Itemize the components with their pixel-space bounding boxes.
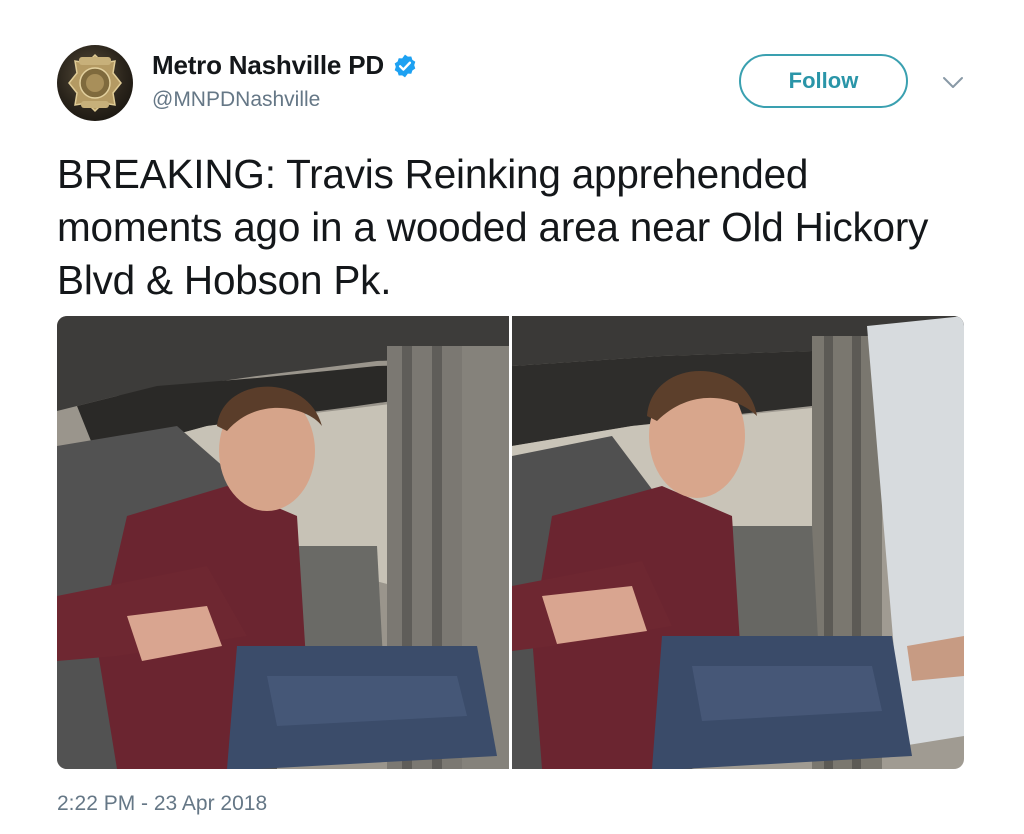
tweet-media-grid	[57, 316, 964, 769]
chevron-down-icon[interactable]	[941, 72, 965, 92]
tweet-photo-2[interactable]	[512, 316, 964, 769]
author-avatar[interactable]	[57, 45, 133, 121]
author-handle[interactable]: @MNPDNashville	[152, 88, 320, 112]
author-display-name[interactable]: Metro Nashville PD	[152, 50, 384, 81]
tweet-photo-1[interactable]	[57, 316, 509, 769]
photo-illustration-2	[512, 316, 964, 769]
tweet-timestamp[interactable]: 2:22 PM - 23 Apr 2018	[57, 792, 267, 816]
tweet-card: Metro Nashville PD @MNPDNashville Follow…	[0, 0, 1024, 834]
follow-button[interactable]: Follow	[739, 54, 908, 108]
tweet-text: BREAKING: Travis Reinking apprehended mo…	[57, 151, 929, 303]
author-name-row: Metro Nashville PD	[152, 50, 418, 81]
police-badge-icon	[68, 53, 122, 113]
verified-badge-icon	[394, 54, 416, 77]
photo-illustration-1	[57, 316, 509, 769]
